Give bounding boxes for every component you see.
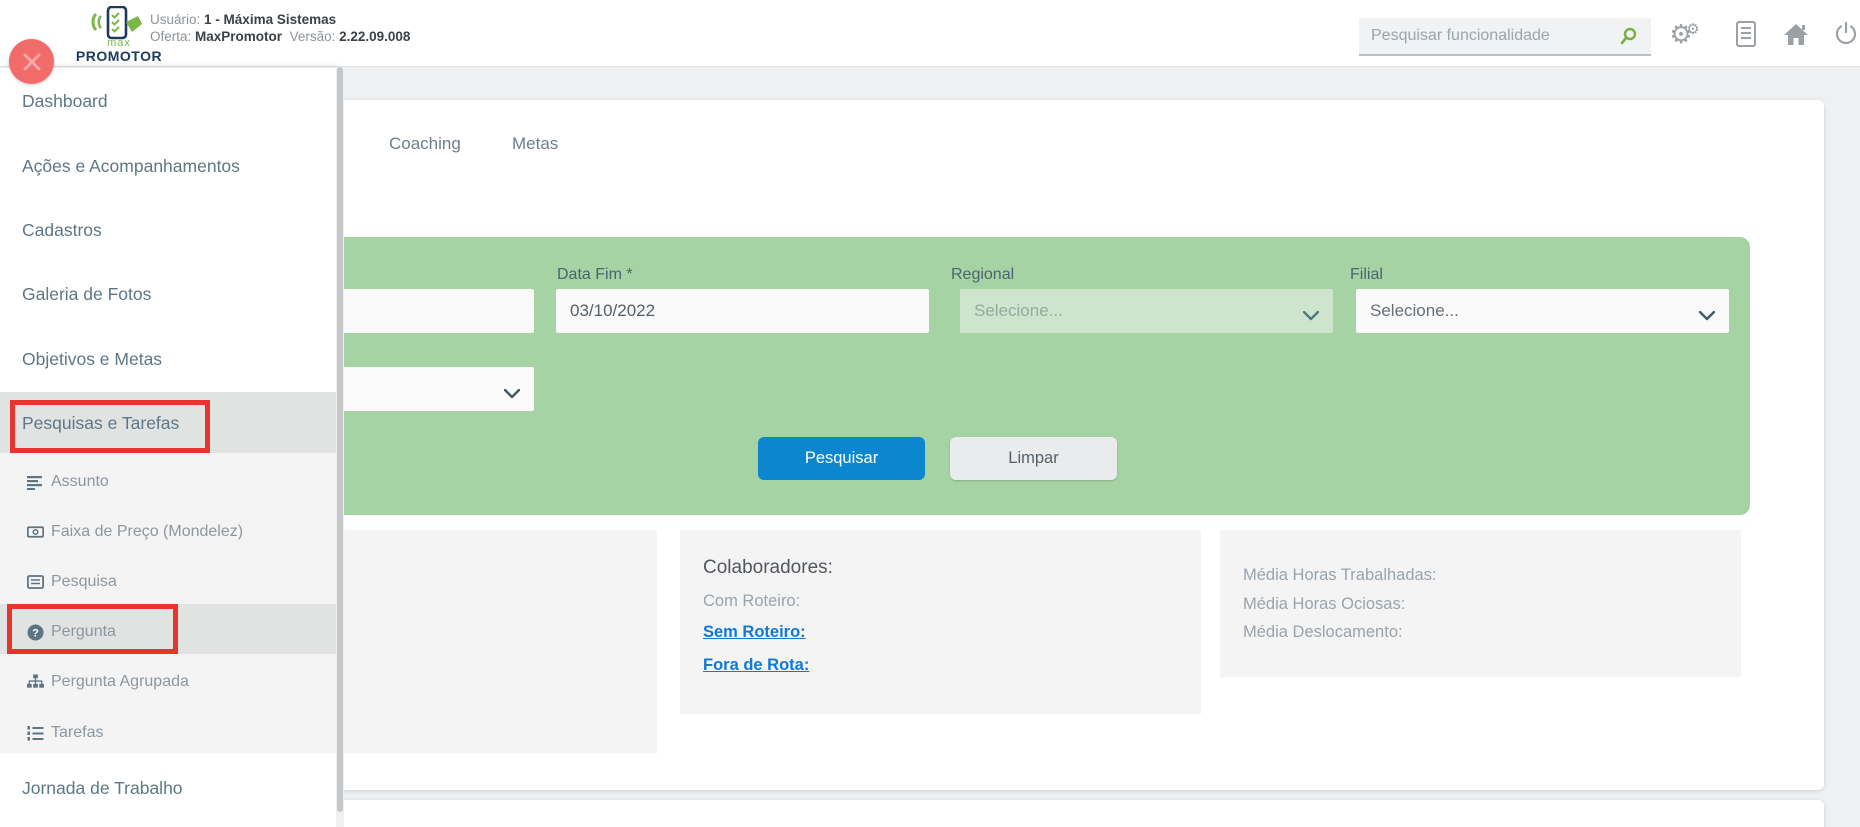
sidebar-item-label: Cadastros xyxy=(22,220,102,240)
sidebar-item-label: Faixa de Preço (Mondelez) xyxy=(51,523,244,540)
sidebar-item-label: Galeria de Fotos xyxy=(22,284,152,304)
tab-coaching[interactable]: Coaching xyxy=(389,134,461,154)
pesquisar-button[interactable]: Pesquisar xyxy=(758,437,925,480)
close-icon xyxy=(23,53,40,70)
svg-text:?: ? xyxy=(32,627,39,639)
chevron-down-icon xyxy=(503,384,521,404)
sidebar-item-objetivos-e-metas[interactable]: Objetivos e Metas xyxy=(0,342,336,376)
report-document-icon[interactable] xyxy=(1728,16,1764,52)
logo-promotor-text: PROMOTOR xyxy=(75,48,163,64)
offer-value: MaxPromotor xyxy=(195,29,283,44)
top-header: max PROMOTOR Usuário: 1 - Máxima Sistema… xyxy=(0,0,1860,67)
version-value: 2.22.09.008 xyxy=(339,29,411,44)
collaborators-title: Colaboradores: xyxy=(703,557,833,578)
home-icon[interactable] xyxy=(1778,16,1814,52)
sidebar-item-label: Dashboard xyxy=(22,91,108,111)
sidebar-item-label: Pergunta xyxy=(51,623,116,640)
filial-select-value: Selecione... xyxy=(1370,301,1459,320)
sidebar-item-label: Pergunta Agrupada xyxy=(51,673,189,690)
user-label: Usuário: xyxy=(150,12,201,27)
navigation-drawer: Dashboard Ações e Acompanhamentos Cadastro… xyxy=(0,67,344,827)
version-label: Versão: xyxy=(289,29,336,44)
chevron-down-icon xyxy=(1698,306,1716,326)
align-left-icon xyxy=(27,474,44,491)
sidebar-item-label: Assunto xyxy=(51,473,109,490)
question-circle-icon: ? xyxy=(27,624,44,641)
list-alt-icon xyxy=(27,574,44,591)
data-fim-input[interactable] xyxy=(556,289,929,333)
sem-roteiro-link[interactable]: Sem Roteiro: xyxy=(703,623,806,641)
list-ol-icon xyxy=(27,725,44,742)
filial-select[interactable]: Selecione... xyxy=(1356,289,1729,333)
data-fim-label: Data Fim * xyxy=(557,266,633,283)
tab-metas[interactable]: Metas xyxy=(512,134,558,154)
sidebar-item-tarefas[interactable]: Tarefas xyxy=(0,716,336,750)
data-inicio-input[interactable] xyxy=(330,289,534,333)
sidebar-item-faixa-de-preco-mondelez[interactable]: Faixa de Preço (Mondelez) xyxy=(0,515,336,549)
sidebar-item-label: Pesquisas e Tarefas xyxy=(22,413,180,433)
media-horas-ociosas-label: Média Horas Ociosas: xyxy=(1243,595,1406,613)
maxpromotor-screen: AcompanhamentoCoachingMetas Data Fim * R… xyxy=(0,0,1860,827)
sidebar-item-label: Objetivos e Metas xyxy=(22,349,163,369)
power-logout-icon[interactable] xyxy=(1828,16,1860,52)
stats-box-collaborators: Colaboradores: Com Roteiro: Sem Roteiro:… xyxy=(680,530,1201,714)
sidebar-item-jornada-de-trabalho[interactable]: Jornada de Trabalho xyxy=(0,771,336,805)
media-horas-trabalhadas-label: Média Horas Trabalhadas: xyxy=(1243,566,1437,584)
sidebar-item-pesquisas-e-tarefas[interactable]: Pesquisas e Tarefas xyxy=(0,406,336,440)
phone-checklist-logo-icon xyxy=(91,6,142,40)
limpar-button[interactable]: Limpar xyxy=(950,437,1117,480)
search-icon[interactable] xyxy=(1619,27,1637,52)
sidebar-item-label: Ações e Acompanhamentos xyxy=(22,156,240,176)
sidebar-item-assunto[interactable]: Assunto xyxy=(0,465,336,499)
sidebar-item-cadastros[interactable]: Cadastros xyxy=(0,213,336,247)
stats-box-averages: Média Horas Trabalhadas: Média Horas Oci… xyxy=(1220,530,1741,677)
chevron-down-icon xyxy=(1302,306,1320,326)
filial-label: Filial xyxy=(1350,266,1383,283)
user-value: 1 - Máxima Sistemas xyxy=(204,12,337,27)
functionality-search-input[interactable] xyxy=(1359,18,1651,54)
close-menu-button[interactable] xyxy=(9,39,54,84)
sidebar-item-dashboard[interactable]: Dashboard xyxy=(0,84,336,118)
stats-box-left xyxy=(330,530,657,753)
sidebar-item-pergunta[interactable]: ? Pergunta xyxy=(0,615,336,649)
regional-select[interactable]: Selecione... xyxy=(960,289,1333,333)
sidebar-item-pesquisa[interactable]: Pesquisa xyxy=(0,565,336,599)
com-roteiro-label: Com Roteiro: xyxy=(703,592,801,610)
sidebar-item-label: Tarefas xyxy=(51,724,104,741)
offer-label: Oferta: xyxy=(150,29,192,44)
sidebar-item-galeria-de-fotos[interactable]: Galeria de Fotos xyxy=(0,277,336,311)
money-bill-icon xyxy=(27,524,44,541)
session-info: Usuário: 1 - Máxima Sistemas Oferta: Max… xyxy=(150,11,410,45)
sitemap-icon xyxy=(27,673,44,691)
sidebar-item-pergunta-agrupada[interactable]: Pergunta Agrupada xyxy=(0,665,336,699)
fora-de-rota-link[interactable]: Fora de Rota: xyxy=(703,656,809,674)
regional-label: Regional xyxy=(951,266,1015,283)
row2-select[interactable] xyxy=(330,367,534,411)
sidebar-item-acoes-e-acompanhamentos[interactable]: Ações e Acompanhamentos xyxy=(0,149,336,183)
secondary-panel xyxy=(318,800,1824,827)
settings-gears-icon[interactable]: ⚙ ⚙ xyxy=(1663,16,1699,52)
regional-select-value: Selecione... xyxy=(974,301,1063,320)
sidebar-item-label: Pesquisa xyxy=(51,573,117,590)
sidebar-item-label: Jornada de Trabalho xyxy=(22,778,183,798)
media-deslocamento-label: Média Deslocamento: xyxy=(1243,623,1403,641)
functionality-search xyxy=(1359,18,1651,56)
sidebar-scrollbar-thumb[interactable] xyxy=(337,67,343,812)
